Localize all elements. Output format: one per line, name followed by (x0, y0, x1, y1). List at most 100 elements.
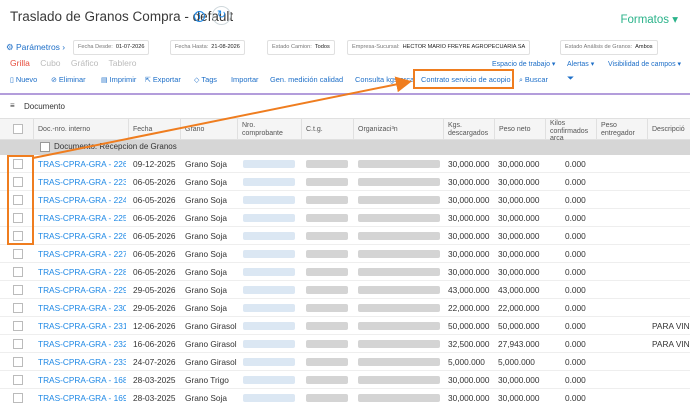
table-row[interactable]: TRAS-CPRA-GRA - 228 06-05-2026 Grano Soja 3… (0, 263, 690, 281)
table-row[interactable]: TRAS-CPRA-GRA - 225 06-05-2026 Grano Soja 3… (0, 209, 690, 227)
redacted-ctg (306, 178, 348, 186)
cell-grano: Grano Soja (185, 231, 227, 241)
col-doc[interactable]: Doc.-nro. interno (33, 119, 128, 141)
cell-kilos-confirmados: 0.000 (565, 159, 586, 169)
table-row[interactable]: TRAS-CPRA-GRA - 226 06-05-2026 Grano Soja 3… (0, 227, 690, 245)
cell-doc[interactable]: TRAS-CPRA-GRA - 231 (38, 321, 126, 331)
table-row[interactable]: TRAS-CPRA-GRA - 231 12-06-2026 Grano Giras… (0, 317, 690, 335)
row-checkbox[interactable] (13, 249, 23, 259)
param-empresa[interactable]: Empresa-Sucursal: HECTOR MARIO FREYRE AGR… (347, 40, 531, 55)
col-grano[interactable]: Grano (180, 119, 237, 141)
cell-peso-neto: 30,000.000 (498, 231, 540, 241)
tab-grilla[interactable]: Grilla (10, 58, 30, 68)
table-row[interactable]: TRAS-CPRA-GRA - 223 06-05-2026 Grano Soja 3… (0, 173, 690, 191)
formatos-menu[interactable]: Formatos ▾ (620, 12, 678, 26)
redacted-nro-comprobante (243, 196, 295, 204)
row-checkbox[interactable] (13, 393, 23, 403)
col-kgs-descargados[interactable]: Kgs. descargados (443, 119, 494, 141)
group-row[interactable]: Documento: Recepcion de Granos (0, 140, 690, 155)
cell-doc[interactable]: TRAS-CPRA-GRA - 226 (38, 159, 126, 169)
cell-doc[interactable]: TRAS-CPRA-GRA - 226 (38, 231, 126, 241)
table-row[interactable]: TRAS-CPRA-GRA - 168 28-03-2025 Grano Trigo… (0, 371, 690, 389)
gen-medicion-button[interactable]: Gen. medición calidad (270, 75, 343, 84)
col-fecha[interactable]: Fecha (128, 119, 180, 141)
list-icon: ≡ (10, 101, 15, 110)
table-row[interactable]: TRAS-CPRA-GRA - 224 06-05-2026 Grano Soja 3… (0, 191, 690, 209)
tab-cubo[interactable]: Cubo (40, 58, 60, 68)
parameters-link[interactable]: ⚙ Parámetros › (6, 42, 65, 53)
table-row[interactable]: TRAS-CPRA-GRA - 227 06-05-2026 Grano Soja 3… (0, 245, 690, 263)
col-kilos-confirmados[interactable]: Kilos confirmados arca (545, 119, 596, 141)
tab-tablero[interactable]: Tablero (109, 58, 137, 68)
row-checkbox[interactable] (13, 375, 23, 385)
new-file-icon: ▯ (10, 77, 14, 84)
cell-doc[interactable]: TRAS-CPRA-GRA - 168 (38, 375, 126, 385)
redacted-organizacion (358, 232, 440, 240)
table-row[interactable]: TRAS-CPRA-GRA - 232 16-06-2026 Grano Giras… (0, 335, 690, 353)
toolbar: ▯ Nuevo ⊘ Eliminar ▤ Imprimir ⇱ Exportar ◇ Ta… (0, 72, 690, 90)
row-checkbox[interactable] (13, 339, 23, 349)
cell-doc[interactable]: TRAS-CPRA-GRA - 224 (38, 195, 126, 205)
table-row[interactable]: TRAS-CPRA-GRA - 169 28-03-2025 Grano Soja 3… (0, 389, 690, 405)
col-organizacion[interactable]: Organizaci³n (353, 119, 443, 141)
row-checkbox[interactable] (13, 321, 23, 331)
redacted-organizacion (358, 214, 440, 222)
col-peso-neto[interactable]: Peso neto (494, 119, 545, 141)
tags-button[interactable]: ◇ Tags (194, 75, 217, 84)
param-fecha-desde[interactable]: Fecha Desde: 01-07-2026 (73, 40, 150, 55)
alertas-menu[interactable]: Alertas ▾ (567, 60, 594, 68)
visibilidad-menu[interactable]: Visibilidad de campos ▾ (608, 60, 690, 68)
row-checkbox[interactable] (13, 303, 23, 313)
col-peso-entregador[interactable]: Peso entregador (596, 119, 647, 141)
row-checkbox[interactable] (13, 285, 23, 295)
buscar-button[interactable]: ⌕ Buscar (519, 75, 548, 85)
cell-doc[interactable]: TRAS-CPRA-GRA - 225 (38, 213, 126, 223)
importar-button[interactable]: Importar (231, 75, 259, 84)
redacted-organizacion (358, 358, 440, 366)
cell-doc[interactable]: TRAS-CPRA-GRA - 232 (38, 339, 126, 349)
print-icon: ▤ (101, 77, 108, 84)
param-estado-camion[interactable]: Estado Camion: Todos (267, 40, 335, 55)
param-fecha-hasta[interactable]: Fecha Hasta: 21-08-2026 (170, 40, 245, 55)
cell-kgs-descargados: 30,000.000 (448, 213, 490, 223)
table-row[interactable]: TRAS-CPRA-GRA - 229 29-05-2026 Grano Soja 4… (0, 281, 690, 299)
col-nro-comprobante[interactable]: Nro. comprobante (237, 119, 301, 141)
exportar-button[interactable]: ⇱ Exportar (145, 75, 181, 84)
info-icon[interactable]: i (194, 11, 205, 22)
col-ctg[interactable]: C.t.g. (301, 119, 353, 141)
espacio-trabajo-menu[interactable]: Espacio de trabajo ▾ (492, 60, 555, 68)
select-all-checkbox[interactable] (13, 124, 23, 134)
cell-doc[interactable]: TRAS-CPRA-GRA - 233 (38, 357, 126, 367)
cell-doc[interactable]: TRAS-CPRA-GRA - 228 (38, 267, 126, 277)
row-checkbox[interactable] (13, 267, 23, 277)
cell-grano: Grano Soja (185, 267, 227, 277)
cell-fecha: 06-05-2026 (133, 195, 176, 205)
cell-doc[interactable]: TRAS-CPRA-GRA - 223 (38, 177, 126, 187)
cell-peso-neto: 50,000.000 (498, 321, 540, 331)
filter-icon[interactable]: ⏷ (567, 73, 574, 84)
table-row[interactable]: TRAS-CPRA-GRA - 230 29-05-2026 Grano Soja 2… (0, 299, 690, 317)
row-checkbox[interactable] (13, 357, 23, 367)
imprimir-button[interactable]: ▤ Imprimir (101, 75, 136, 84)
tab-grafico[interactable]: Gráfico (71, 58, 98, 68)
table-row[interactable]: TRAS-CPRA-GRA - 226 09-12-2025 Grano Soja 3… (0, 155, 690, 173)
refresh-icon[interactable]: ↻ (212, 6, 231, 25)
redacted-organizacion (358, 286, 440, 294)
cell-doc[interactable]: TRAS-CPRA-GRA - 229 (38, 285, 126, 295)
cell-kilos-confirmados: 0.000 (565, 213, 586, 223)
group-checkbox[interactable] (40, 142, 50, 152)
cell-doc[interactable]: TRAS-CPRA-GRA - 227 (38, 249, 126, 259)
table-row[interactable]: TRAS-CPRA-GRA - 233 24-07-2026 Grano Giras… (0, 353, 690, 371)
cell-doc[interactable]: TRAS-CPRA-GRA - 169 (38, 393, 126, 403)
eliminar-button[interactable]: ⊘ Eliminar (51, 75, 86, 84)
cell-grano: Grano Soja (185, 303, 227, 313)
nuevo-button[interactable]: ▯ Nuevo (10, 75, 37, 84)
cell-grano: Grano Trigo (185, 375, 229, 385)
redacted-ctg (306, 232, 348, 240)
cell-doc[interactable]: TRAS-CPRA-GRA - 230 (38, 303, 126, 313)
cell-kilos-confirmados: 0.000 (565, 393, 586, 403)
cell-peso-neto: 30,000.000 (498, 213, 540, 223)
consulta-kgs-button[interactable]: Consulta kgs arca (355, 75, 414, 84)
param-estado-analisis[interactable]: Estado Análisis de Granos: Ambos (560, 40, 658, 55)
col-descripcion[interactable]: Descripció (647, 119, 690, 141)
